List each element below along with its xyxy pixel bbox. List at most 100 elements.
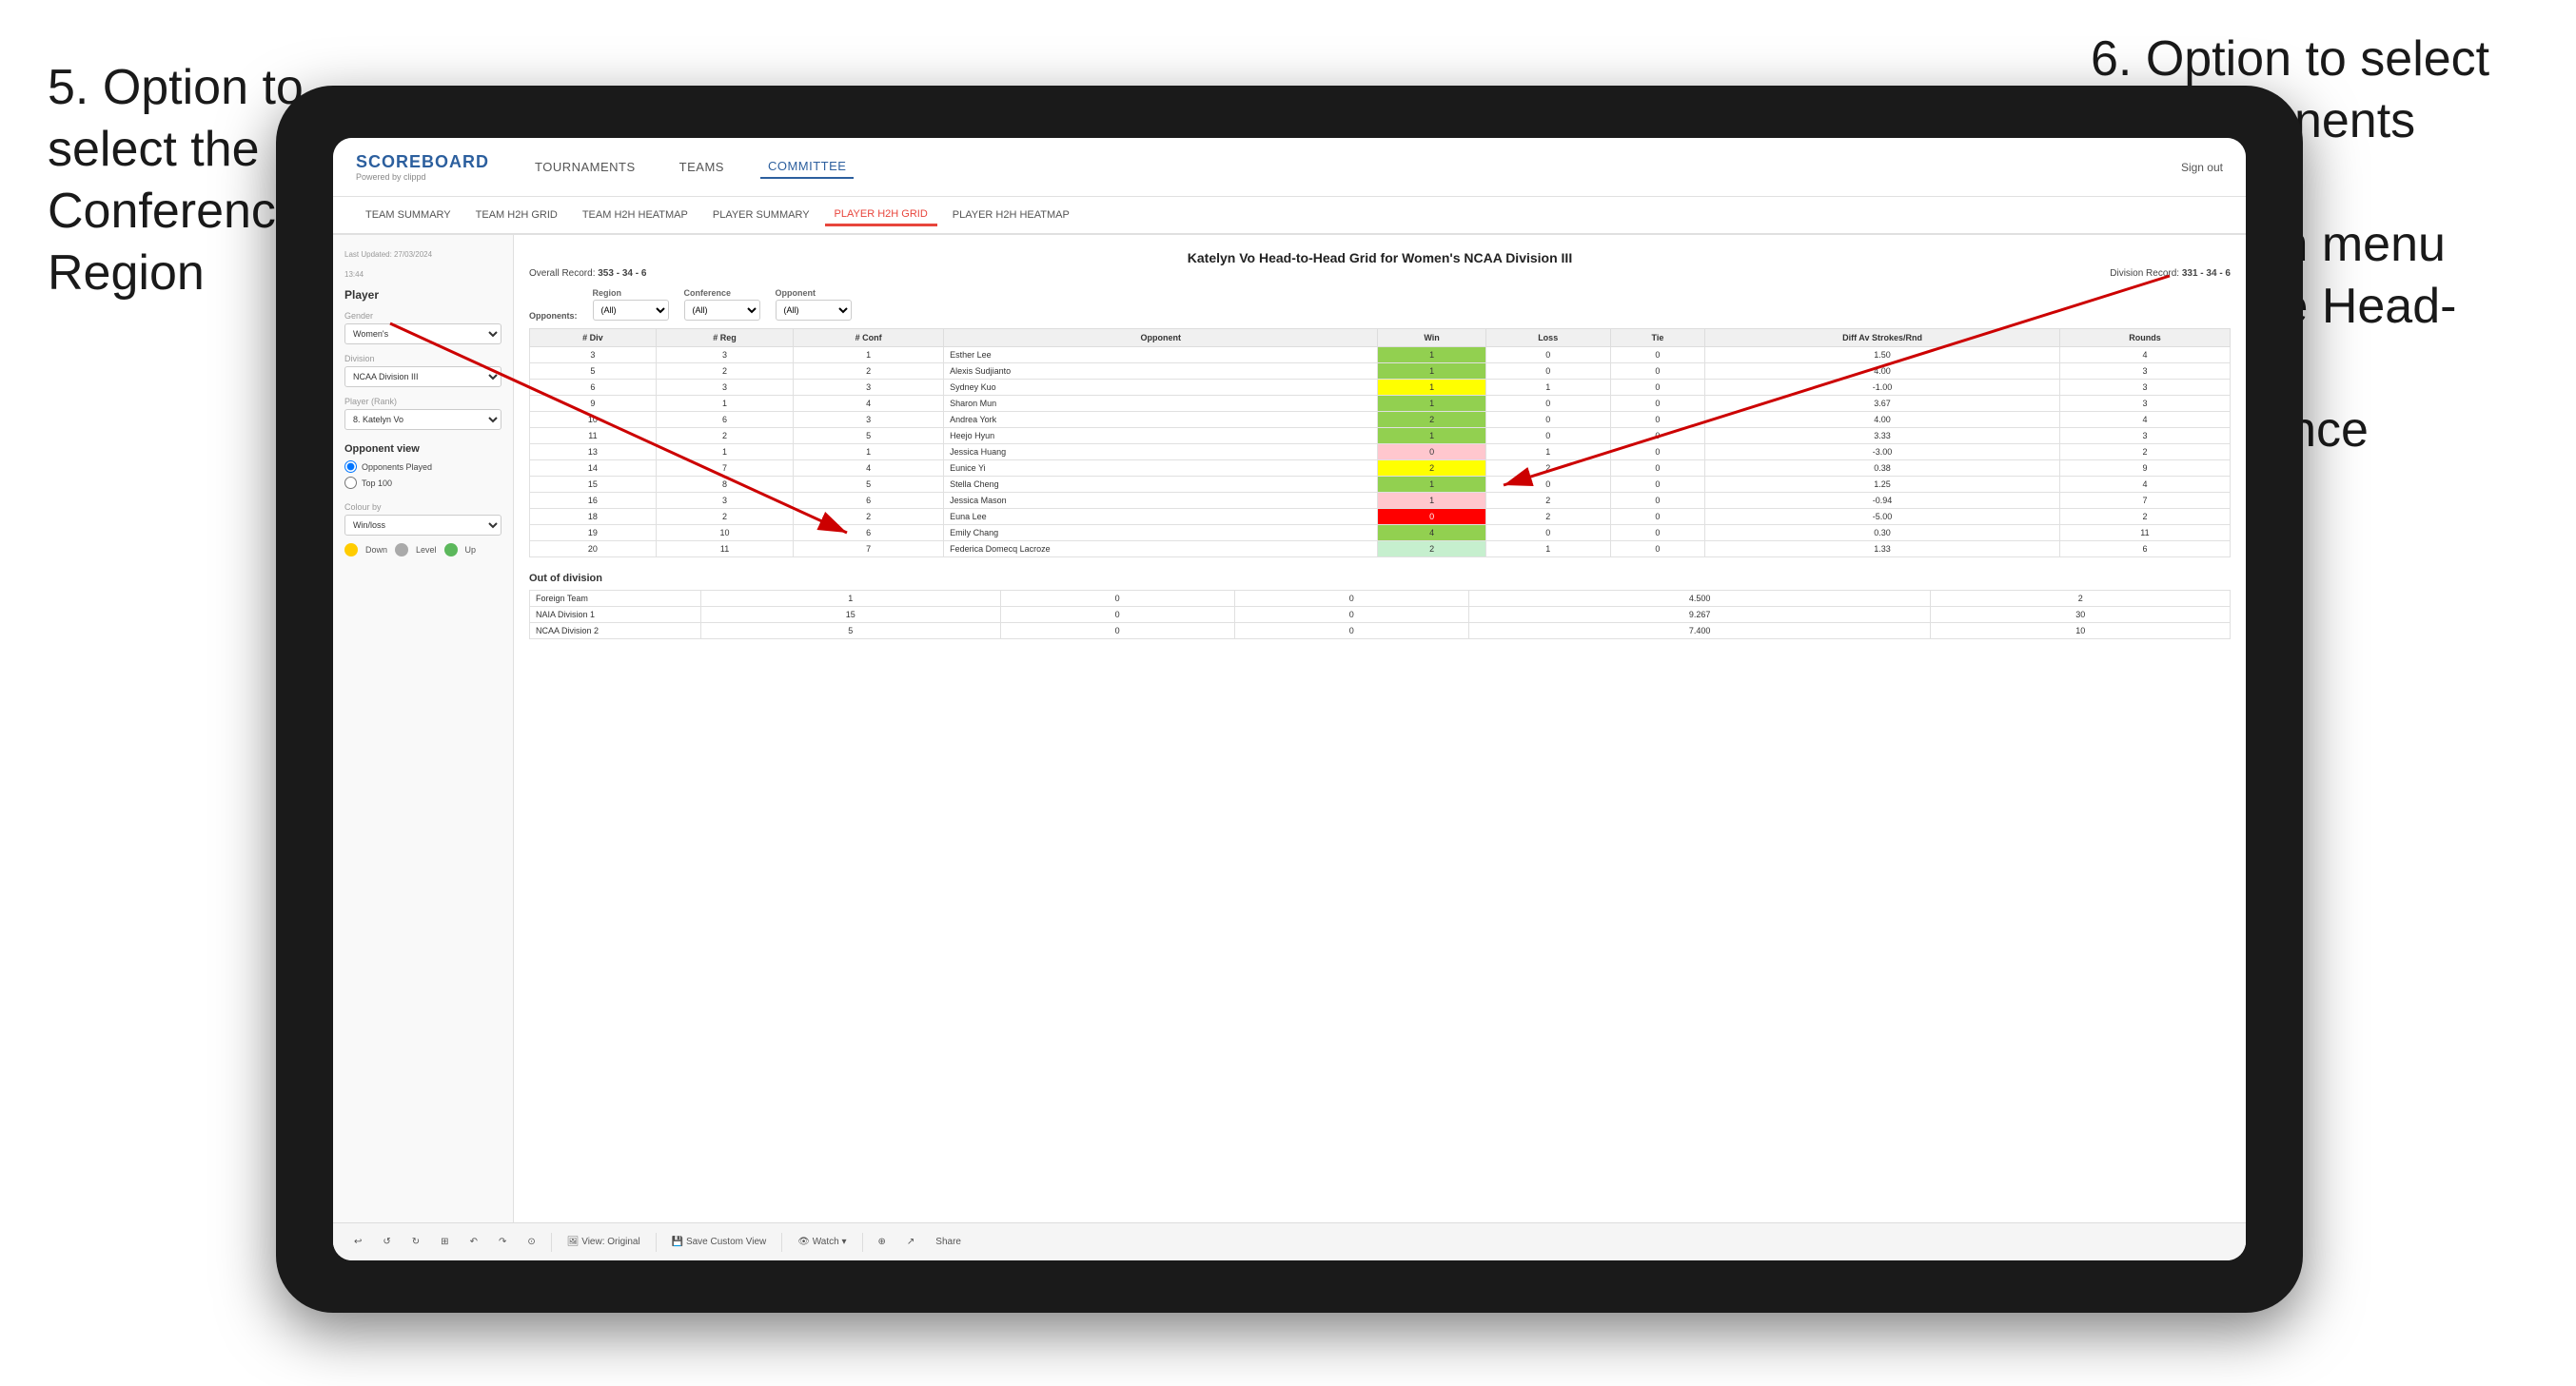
cell-rounds: 11 xyxy=(2059,525,2230,541)
filter-conference-select[interactable]: (All) xyxy=(684,300,760,321)
toolbar-undo[interactable]: ↩ xyxy=(348,1234,367,1250)
nav-committee[interactable]: COMMITTEE xyxy=(760,155,855,179)
col-win: Win xyxy=(1378,329,1485,347)
toolbar-share[interactable]: Share xyxy=(930,1234,967,1250)
cell-win: 0 xyxy=(1378,444,1485,460)
cell-opponent: Federica Domecq Lacroze xyxy=(944,541,1378,557)
table-header-row: # Div # Reg # Conf Opponent Win Loss Tie… xyxy=(530,329,2231,347)
cell-diff: -5.00 xyxy=(1705,509,2060,525)
out-of-division-section: Out of division Foreign Team 1 0 0 4.500… xyxy=(529,573,2231,639)
toolbar-grid[interactable]: ⊞ xyxy=(435,1234,454,1250)
logo-text: SCOREBOARD xyxy=(356,152,489,172)
cell-ood-diff: 4.500 xyxy=(1468,591,1931,607)
cell-reg: 8 xyxy=(656,477,793,493)
cell-div: 10 xyxy=(530,412,657,428)
cell-reg: 2 xyxy=(656,428,793,444)
cell-ood-tie: 0 xyxy=(1234,623,1468,639)
table-row: 11 2 5 Heejo Hyun 1 0 0 3.33 3 xyxy=(530,428,2231,444)
cell-conf: 6 xyxy=(794,493,944,509)
col-loss: Loss xyxy=(1485,329,1610,347)
filter-region-group: Region (All) xyxy=(593,288,669,321)
cell-conf: 1 xyxy=(794,444,944,460)
cell-conf: 4 xyxy=(794,460,944,477)
subnav-player-summary[interactable]: PLAYER SUMMARY xyxy=(703,205,819,224)
cell-opponent: Andrea York xyxy=(944,412,1378,428)
cell-opponent: Stella Cheng xyxy=(944,477,1378,493)
filter-opponent-select[interactable]: (All) xyxy=(776,300,852,321)
cell-loss: 0 xyxy=(1485,428,1610,444)
subnav-team-h2h-heatmap[interactable]: TEAM H2H HEATMAP xyxy=(573,205,698,224)
cell-opponent: Esther Lee xyxy=(944,347,1378,363)
cell-opponent: Euna Lee xyxy=(944,509,1378,525)
table-row: 15 8 5 Stella Cheng 1 0 0 1.25 4 xyxy=(530,477,2231,493)
app-header: SCOREBOARD Powered by clippd TOURNAMENTS… xyxy=(333,138,2246,197)
toolbar-clock[interactable]: ⊙ xyxy=(521,1234,541,1250)
cell-opponent: Sharon Mun xyxy=(944,396,1378,412)
filter-region-select[interactable]: (All) xyxy=(593,300,669,321)
toolbar-export[interactable]: ↗ xyxy=(901,1234,920,1250)
cell-ood-rounds: 2 xyxy=(1931,591,2231,607)
col-div: # Div xyxy=(530,329,657,347)
cell-diff: 1.25 xyxy=(1705,477,2060,493)
cell-diff: -1.00 xyxy=(1705,380,2060,396)
division-select[interactable]: NCAA Division III xyxy=(344,366,501,387)
cell-ood-diff: 7.400 xyxy=(1468,623,1931,639)
cell-reg: 2 xyxy=(656,363,793,380)
table-row: 20 11 7 Federica Domecq Lacroze 2 1 0 1.… xyxy=(530,541,2231,557)
logo-subtext: Powered by clippd xyxy=(356,172,489,182)
ood-table-row: NAIA Division 1 15 0 0 9.267 30 xyxy=(530,607,2231,623)
cell-rounds: 6 xyxy=(2059,541,2230,557)
nav-tournaments[interactable]: TOURNAMENTS xyxy=(527,156,643,178)
cell-ood-loss: 0 xyxy=(1000,591,1234,607)
cell-tie: 0 xyxy=(1610,412,1704,428)
cell-win: 1 xyxy=(1378,380,1485,396)
filter-conference-group: Conference (All) xyxy=(684,288,760,321)
cell-ood-rounds: 30 xyxy=(1931,607,2231,623)
toolbar-next[interactable]: ↷ xyxy=(493,1234,512,1250)
toolbar-save-custom[interactable]: 💾 Save Custom View xyxy=(666,1234,773,1250)
separator-1 xyxy=(551,1233,552,1252)
out-of-division-table: Foreign Team 1 0 0 4.500 2 NAIA Division… xyxy=(529,590,2231,639)
cell-reg: 3 xyxy=(656,380,793,396)
subnav-player-h2h-heatmap[interactable]: PLAYER H2H HEATMAP xyxy=(943,205,1079,224)
cell-loss: 0 xyxy=(1485,347,1610,363)
cell-opponent: Alexis Sudjianto xyxy=(944,363,1378,380)
cell-reg: 2 xyxy=(656,509,793,525)
toolbar-prev[interactable]: ↶ xyxy=(464,1234,483,1250)
sidebar: Last Updated: 27/03/2024 13:44 Player Ge… xyxy=(333,235,514,1260)
toolbar-view-original[interactable]: 🖼 View: Original xyxy=(561,1234,646,1250)
toolbar-add[interactable]: ⊕ xyxy=(873,1234,892,1250)
cell-rounds: 3 xyxy=(2059,428,2230,444)
cell-tie: 0 xyxy=(1610,347,1704,363)
overall-record: Overall Record: 353 - 34 - 6 xyxy=(529,268,646,279)
radio-opponents-played[interactable]: Opponents Played xyxy=(344,460,501,473)
sign-out-link[interactable]: Sign out xyxy=(2181,161,2223,174)
gender-select[interactable]: Women's xyxy=(344,323,501,344)
cell-rounds: 2 xyxy=(2059,509,2230,525)
gender-label: Gender xyxy=(344,311,501,321)
colour-by-label: Colour by xyxy=(344,502,501,512)
cell-tie: 0 xyxy=(1610,525,1704,541)
nav-teams[interactable]: TEAMS xyxy=(672,156,732,178)
player-rank-select[interactable]: 8. Katelyn Vo xyxy=(344,409,501,430)
filter-opponent-label: Opponent xyxy=(776,288,852,298)
toolbar-forward[interactable]: ↻ xyxy=(406,1234,425,1250)
col-reg: # Reg xyxy=(656,329,793,347)
subnav-team-h2h-grid[interactable]: TEAM H2H GRID xyxy=(466,205,567,224)
tablet-device: SCOREBOARD Powered by clippd TOURNAMENTS… xyxy=(276,86,2303,1313)
toolbar-watch[interactable]: 👁 Watch ▾ xyxy=(792,1234,852,1250)
opponent-view-title: Opponent view xyxy=(344,443,501,455)
cell-diff: 3.33 xyxy=(1705,428,2060,444)
cell-win: 2 xyxy=(1378,460,1485,477)
subnav-player-h2h-grid[interactable]: PLAYER H2H GRID xyxy=(825,205,937,226)
radio-group: Opponents Played Top 100 xyxy=(344,460,501,489)
cell-tie: 0 xyxy=(1610,363,1704,380)
col-opponent: Opponent xyxy=(944,329,1378,347)
radio-top100[interactable]: Top 100 xyxy=(344,477,501,489)
ood-table-row: NCAA Division 2 5 0 0 7.400 10 xyxy=(530,623,2231,639)
header-right: Sign out xyxy=(2181,161,2223,174)
colour-by-select[interactable]: Win/loss xyxy=(344,515,501,536)
toolbar-back[interactable]: ↺ xyxy=(377,1234,396,1250)
subnav-team-summary[interactable]: TEAM SUMMARY xyxy=(356,205,461,224)
cell-diff: 4.00 xyxy=(1705,363,2060,380)
